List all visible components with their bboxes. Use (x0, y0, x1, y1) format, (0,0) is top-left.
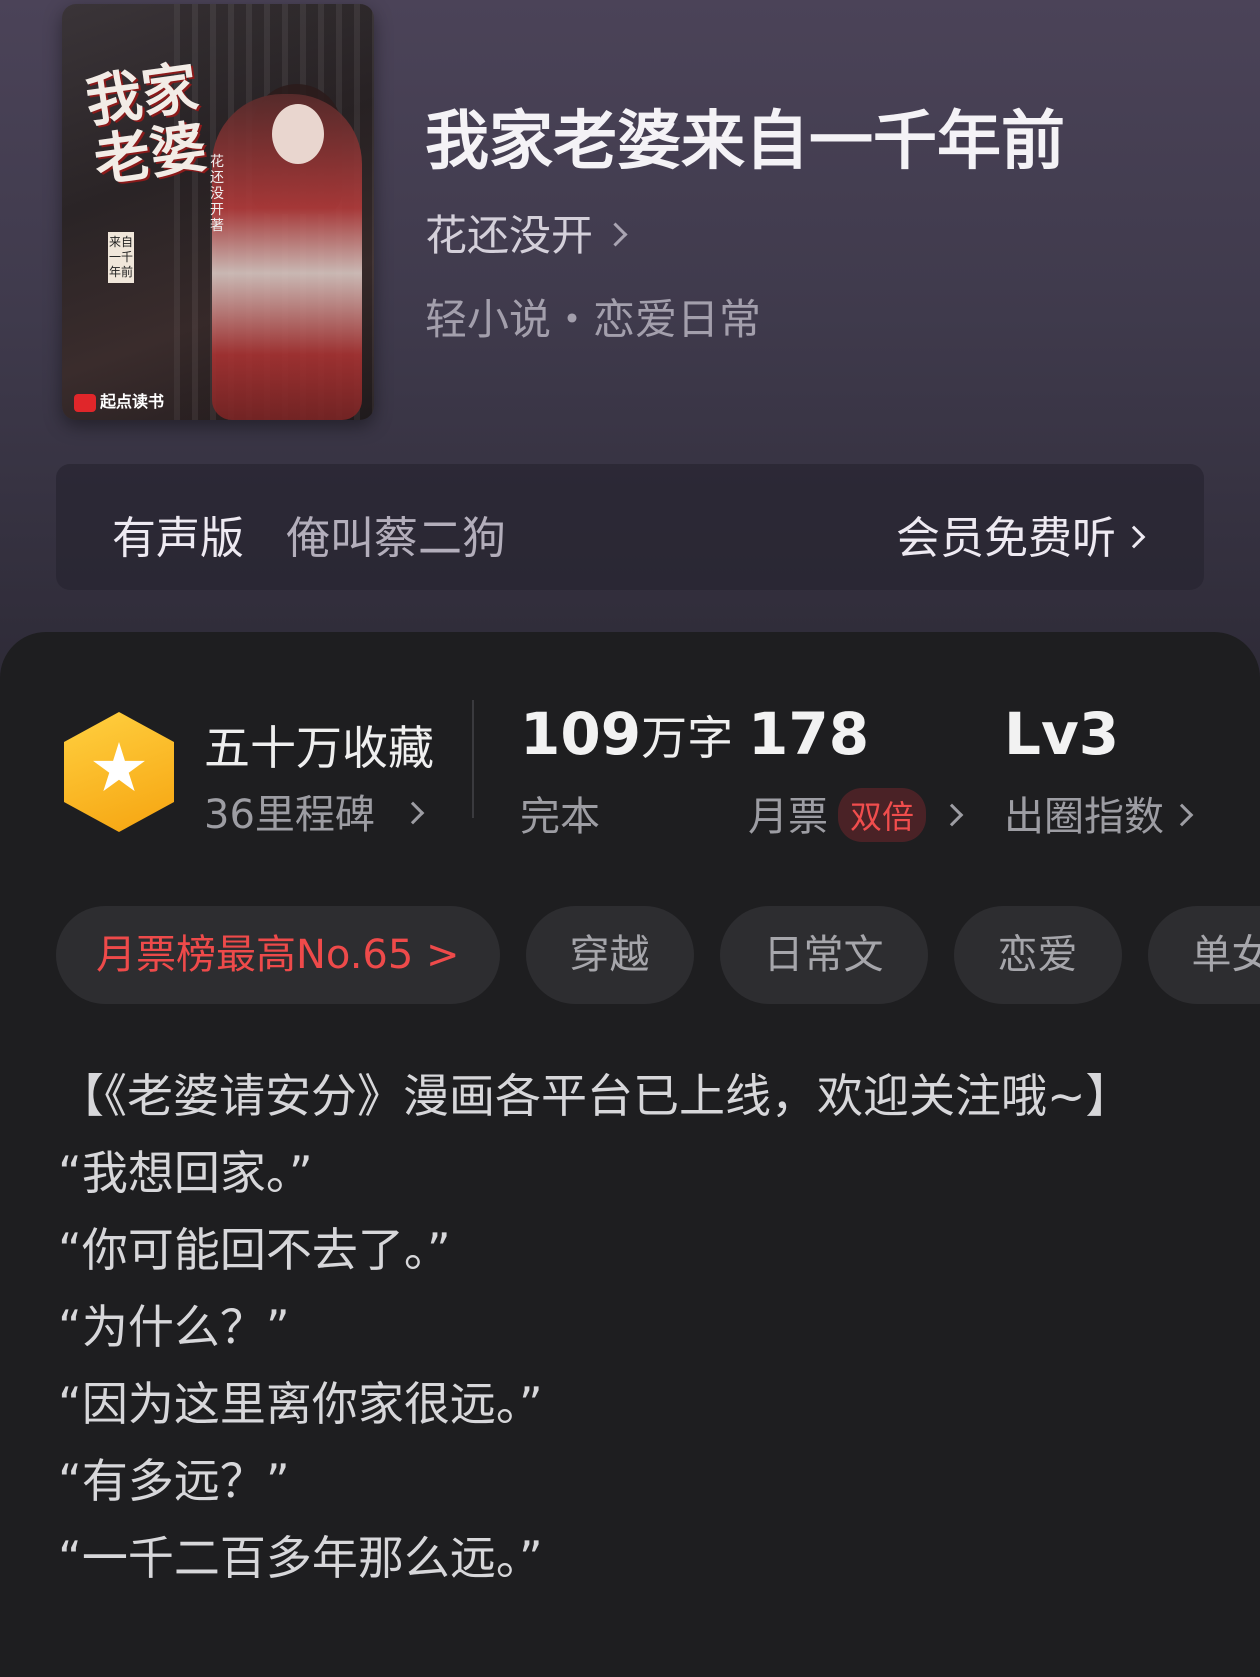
popularity-index-label: 出圈指数 (1004, 794, 1164, 840)
chevron-right-icon (1122, 525, 1146, 549)
description-line: “一千二百多年那么远。” (58, 1531, 543, 1585)
word-count-unit: 万字 (641, 711, 734, 765)
publisher-logo: 起点读书 (74, 388, 164, 412)
level-number: Lv3 (1004, 700, 1120, 768)
rank-tag[interactable]: 月票榜最高No.65 > (56, 906, 500, 1004)
book-cover[interactable]: 我家老婆 来自一千年前 花还没开著 起点读书 (62, 4, 374, 420)
monthly-ticket-label: 月票 (748, 794, 828, 840)
tag-row: 月票榜最高No.65 > 穿越日常文恋爱单女主 (56, 906, 1260, 1004)
collection-title: 五十万收藏 (204, 721, 434, 775)
milestone-label: 36里程碑 (204, 792, 375, 838)
description-line: “因为这里离你家很远。” (58, 1377, 543, 1431)
monthly-ticket-link[interactable]: 月票 双倍 (748, 784, 964, 846)
description-line: “我想回家。” (58, 1146, 313, 1200)
chevron-right-icon (1170, 803, 1194, 827)
description-line: “为什么？” (58, 1300, 290, 1354)
tag-chip[interactable]: 恋爱 (953, 906, 1122, 1004)
monthly-ticket-count: 178 (748, 700, 869, 768)
double-badge: 双倍 (838, 788, 927, 842)
tag-chip[interactable]: 穿越 (525, 906, 694, 1004)
chevron-right-icon (603, 222, 628, 247)
cover-author-art: 花还没开著 (210, 154, 224, 234)
tag-chip[interactable]: 单女主 (1147, 906, 1260, 1004)
star-icon (93, 742, 145, 792)
author-link[interactable]: 花还没开 (425, 202, 628, 263)
book-description[interactable]: 【《老婆请安分》漫画各平台已上线，欢迎关注哦~】 “我想回家。” “你可能回不去… (58, 1058, 1188, 1597)
audio-narrator: 俺叫蔡二狗 (286, 513, 506, 564)
chevron-right-icon (401, 801, 425, 825)
member-free-listen-button[interactable]: 会员免费听 (896, 502, 1146, 566)
word-count-number: 109 (520, 700, 642, 768)
description-line: 【《老婆请安分》漫画各平台已上线，欢迎关注哦~】 (58, 1069, 1132, 1123)
author-name: 花还没开 (425, 211, 594, 260)
description-line: “有多远？” (58, 1454, 290, 1508)
cover-face-art (272, 104, 324, 164)
publisher-logo-icon (74, 393, 96, 412)
completion-status: 完本 (520, 794, 600, 840)
audio-label: 有声版 (112, 513, 244, 564)
cover-subtitle-art: 来自一千年前 (108, 232, 134, 283)
member-free-listen-label: 会员免费听 (896, 513, 1116, 564)
book-title: 我家老婆来自一千年前 (425, 105, 1065, 179)
description-line: “你可能回不去了。” (58, 1223, 451, 1277)
genre-label: 轻小说・恋爱日常 (425, 295, 762, 344)
tag-chip[interactable]: 日常文 (719, 906, 928, 1004)
milestone-link[interactable]: 36里程碑 (204, 782, 425, 840)
cover-title-art: 我家老婆 (81, 54, 211, 195)
popularity-index-link[interactable]: 出圈指数 (1004, 784, 1194, 842)
publisher-logo-text: 起点读书 (100, 392, 165, 411)
word-count: 109万字 (520, 700, 733, 768)
monthly-ticket-number: 178 (748, 700, 870, 768)
level-value: Lv3 (1004, 700, 1119, 768)
stats-divider (472, 700, 474, 818)
chevron-right-icon (940, 803, 964, 827)
audio-version-bar[interactable]: 有声版 俺叫蔡二狗 会员免费听 (56, 464, 1204, 590)
